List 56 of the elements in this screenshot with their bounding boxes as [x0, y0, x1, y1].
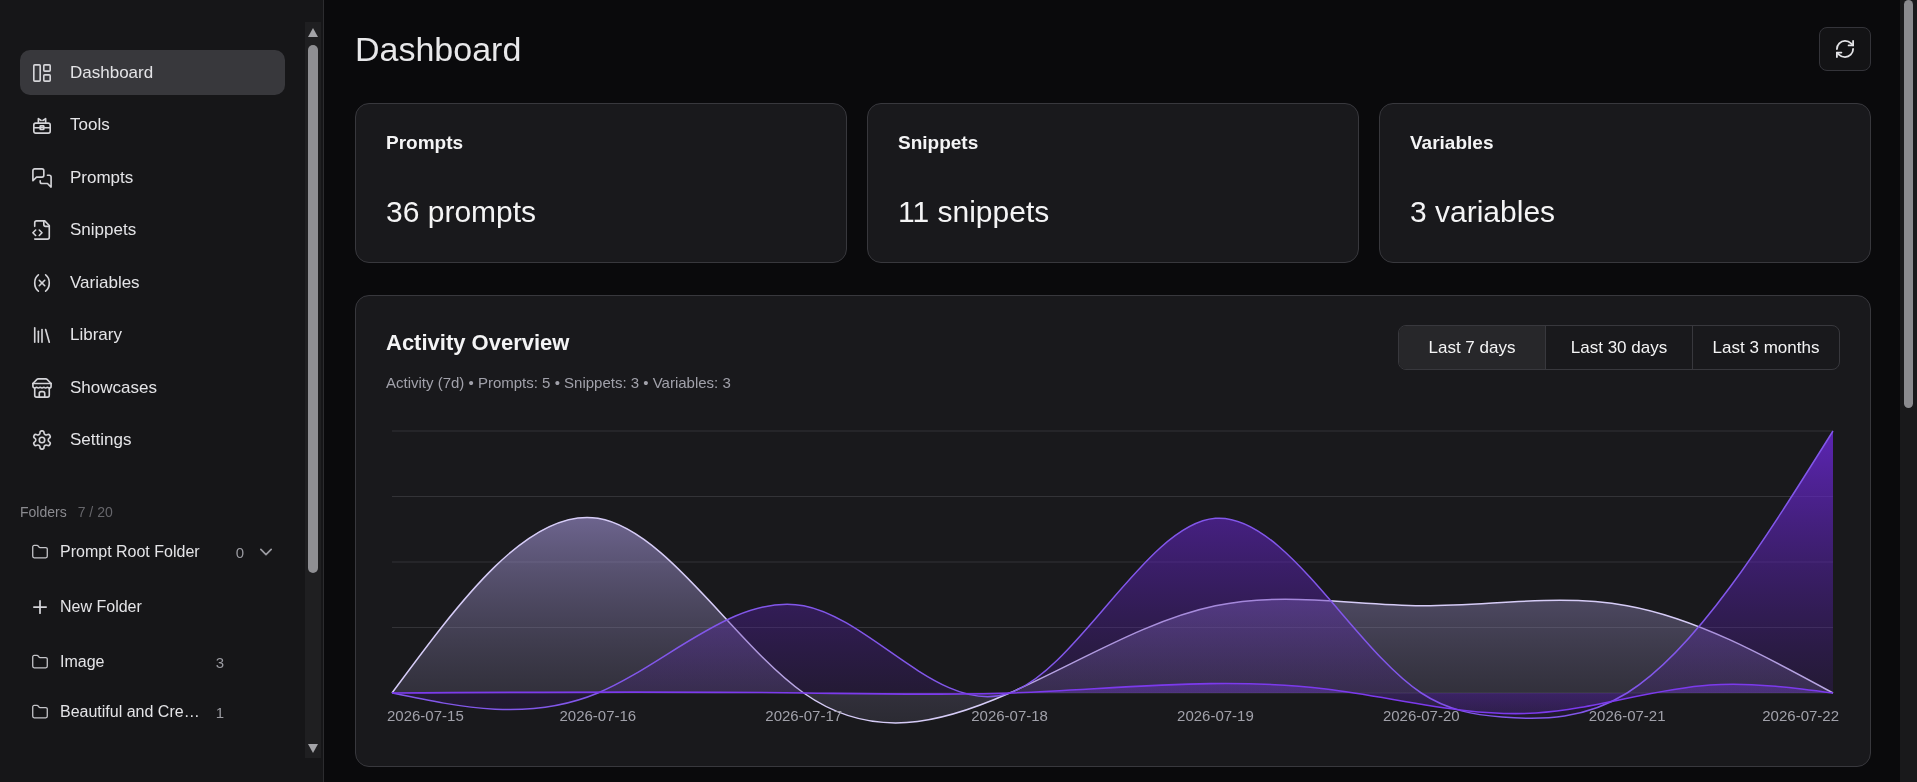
axis-label: 2026-07-15	[387, 707, 464, 724]
card-title: Variables	[1410, 132, 1495, 154]
nav-item[interactable]: Prompts	[20, 155, 285, 200]
variable-icon	[32, 272, 52, 293]
chat-bubbles-icon	[32, 167, 52, 188]
plus-icon	[33, 600, 47, 614]
folder-item[interactable]: Beautiful and Cre… 1	[20, 694, 228, 730]
scrollbar-thumb[interactable]	[1904, 0, 1913, 408]
store-icon	[32, 377, 52, 398]
range-tab[interactable]: Last 30 days	[1545, 326, 1692, 369]
toolbox-icon	[32, 115, 52, 135]
refresh-button[interactable]	[1819, 27, 1871, 71]
nav-item[interactable]: Tools	[20, 102, 285, 148]
section-label: Folders	[20, 503, 67, 522]
nav-item[interactable]: Showcases	[20, 365, 285, 410]
code-file-icon	[32, 220, 52, 240]
folder-icon	[31, 654, 49, 670]
item-count: 1	[215, 703, 224, 721]
stat-value: 3 variables	[1410, 194, 1557, 230]
chevron-down-icon[interactable]	[260, 548, 272, 556]
nav-item[interactable]: Snippets	[20, 207, 285, 253]
chart-title: Activity Overview	[386, 331, 571, 355]
chart-summary: Activity (7d) • Prompts: 5 • Snippets: 3 • Variables: 3	[386, 373, 731, 393]
refresh-icon	[1836, 40, 1854, 58]
page-title: Dashboard	[355, 29, 522, 70]
card-title: Snippets	[898, 132, 980, 154]
nav-item[interactable]: Settings	[20, 417, 285, 463]
folder-item[interactable]: Image 3	[20, 644, 228, 680]
nav-item[interactable]: Variables	[20, 260, 285, 305]
scrollbar-thumb[interactable]	[308, 45, 318, 573]
axis-label: 2026-07-17	[765, 707, 843, 724]
axis-label: 2026-07-20	[1382, 707, 1460, 724]
folder-icon	[31, 704, 49, 720]
item-count: 0	[235, 543, 244, 561]
axis-label: 2026-07-18	[971, 707, 1048, 724]
stat-value: 36 prompts	[386, 194, 538, 230]
folder-quota: 7 / 20	[77, 503, 113, 522]
folder-icon	[31, 544, 49, 560]
new-folder-button[interactable]: New Folder	[20, 589, 170, 625]
axis-label: 2026-07-19	[1177, 707, 1254, 724]
axis-label: 2026-07-16	[559, 707, 637, 724]
books-icon	[32, 325, 52, 345]
arrow-down-icon[interactable]	[308, 744, 318, 753]
range-tab[interactable]: Last 7 days	[1399, 326, 1545, 369]
item-count: 3	[215, 653, 224, 671]
card-title: Prompts	[386, 132, 465, 154]
nav-item[interactable]: Dashboard	[20, 50, 285, 95]
settings-icon	[32, 430, 52, 450]
layout-icon	[32, 62, 52, 83]
nav-item[interactable]: Library	[20, 312, 285, 358]
arrow-up-icon[interactable]	[308, 28, 318, 37]
axis-label: 2026-07-22	[1762, 707, 1839, 724]
range-tab[interactable]: Last 3 months	[1692, 326, 1839, 369]
folder-item[interactable]: Prompt Root Folder 0	[20, 534, 275, 570]
stat-value: 11 snippets	[898, 194, 1051, 230]
axis-label: 2026-07-21	[1588, 707, 1666, 724]
